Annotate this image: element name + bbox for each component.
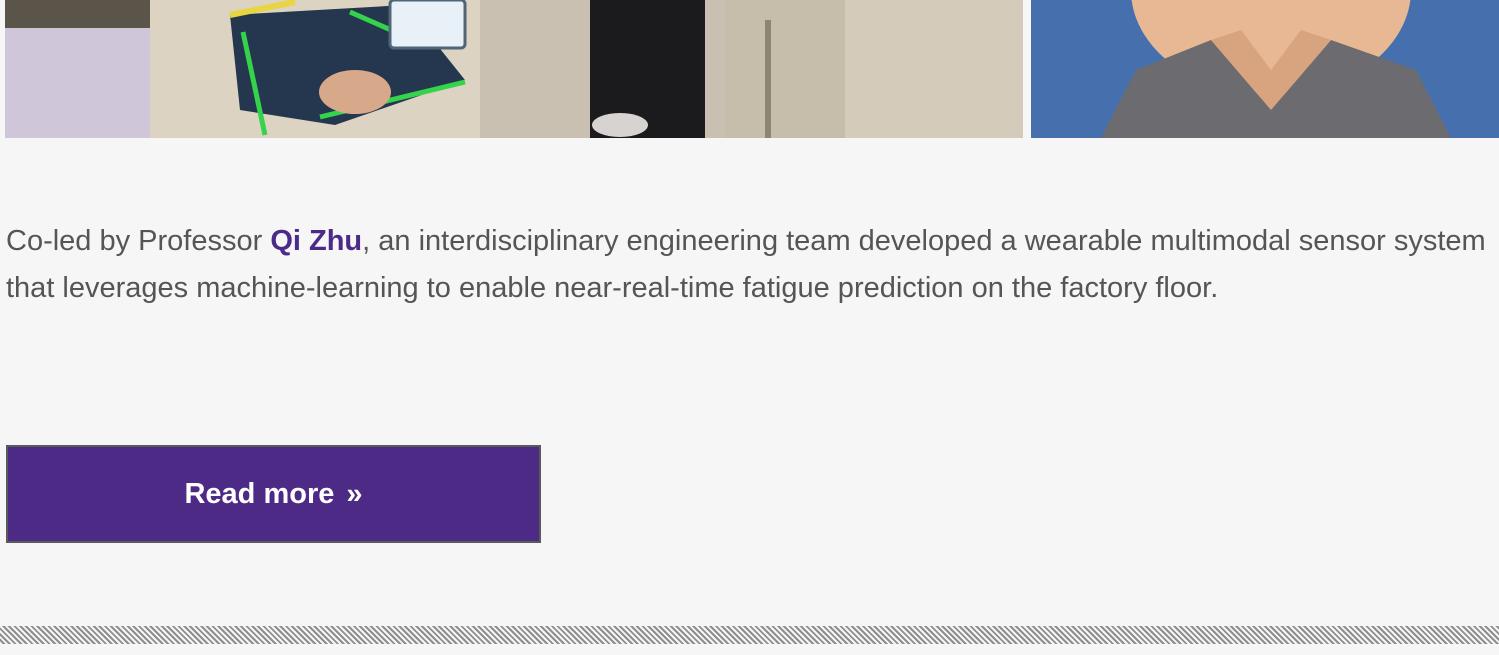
read-more-label: Read more bbox=[184, 477, 335, 510]
lab-research-photo bbox=[5, 0, 1023, 138]
double-chevron-right-icon: » bbox=[346, 477, 363, 510]
summary-text-before: Co-led by Professor bbox=[6, 225, 271, 257]
article-photo-strip bbox=[0, 0, 1499, 140]
article-summary: Co-led by Professor Qi Zhu, an interdisc… bbox=[6, 218, 1486, 312]
professor-name-link[interactable]: Qi Zhu bbox=[270, 225, 362, 257]
read-more-button[interactable]: Read more » bbox=[6, 445, 541, 543]
professor-portrait-photo bbox=[1031, 0, 1499, 138]
section-divider bbox=[0, 626, 1499, 644]
